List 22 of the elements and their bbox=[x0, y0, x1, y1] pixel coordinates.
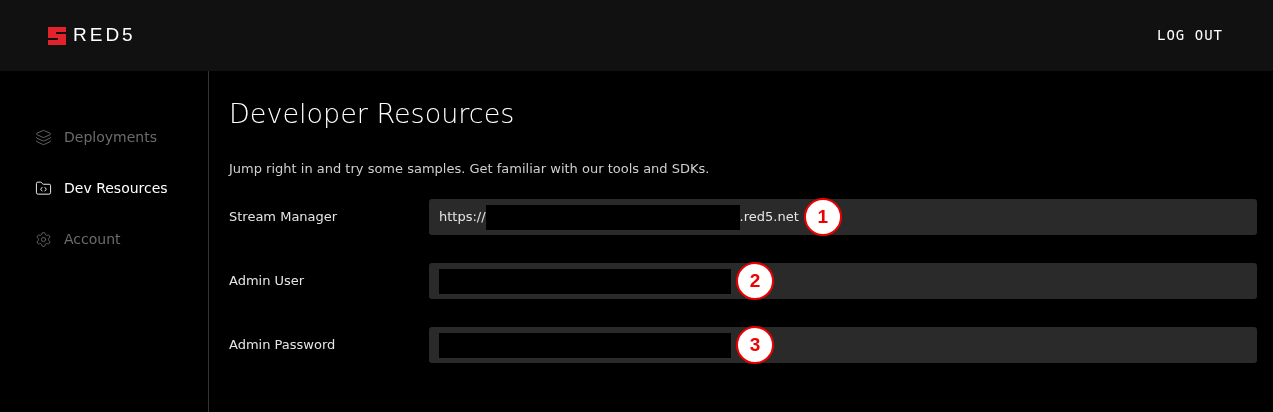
field-label: Admin Password bbox=[229, 336, 337, 355]
page-title: Developer Resources bbox=[229, 97, 516, 131]
field-label: Admin User bbox=[229, 272, 306, 291]
logout-button[interactable]: LOG OUT bbox=[1157, 25, 1223, 46]
callout-badge: 3 bbox=[736, 326, 774, 364]
input-field[interactable]: 3 bbox=[429, 327, 1257, 363]
input-field[interactable]: https:// .red5.net 1 bbox=[429, 199, 1257, 235]
logo-icon bbox=[48, 26, 66, 45]
field-value: .red5.net bbox=[739, 208, 799, 227]
sidebar-item[interactable]: Deployments bbox=[35, 127, 208, 148]
callout-badge: 1 bbox=[803, 198, 842, 236]
callout-badge: 2 bbox=[736, 262, 774, 300]
sidebar-item[interactable]: Dev Resources bbox=[35, 178, 208, 199]
logo-text: RED5 bbox=[73, 23, 136, 48]
field-label: Stream Manager bbox=[229, 208, 339, 227]
code-folder-icon bbox=[35, 180, 52, 197]
page-subtitle: Jump right in and try some samples. Get familiar with our tools and SDKs. bbox=[229, 159, 711, 178]
input-field[interactable]: 2 bbox=[429, 263, 1257, 299]
field-value: https:// bbox=[439, 208, 486, 227]
stack-icon bbox=[35, 129, 52, 146]
sidebar-item[interactable]: Account bbox=[35, 229, 208, 250]
settings-icon bbox=[35, 231, 52, 248]
